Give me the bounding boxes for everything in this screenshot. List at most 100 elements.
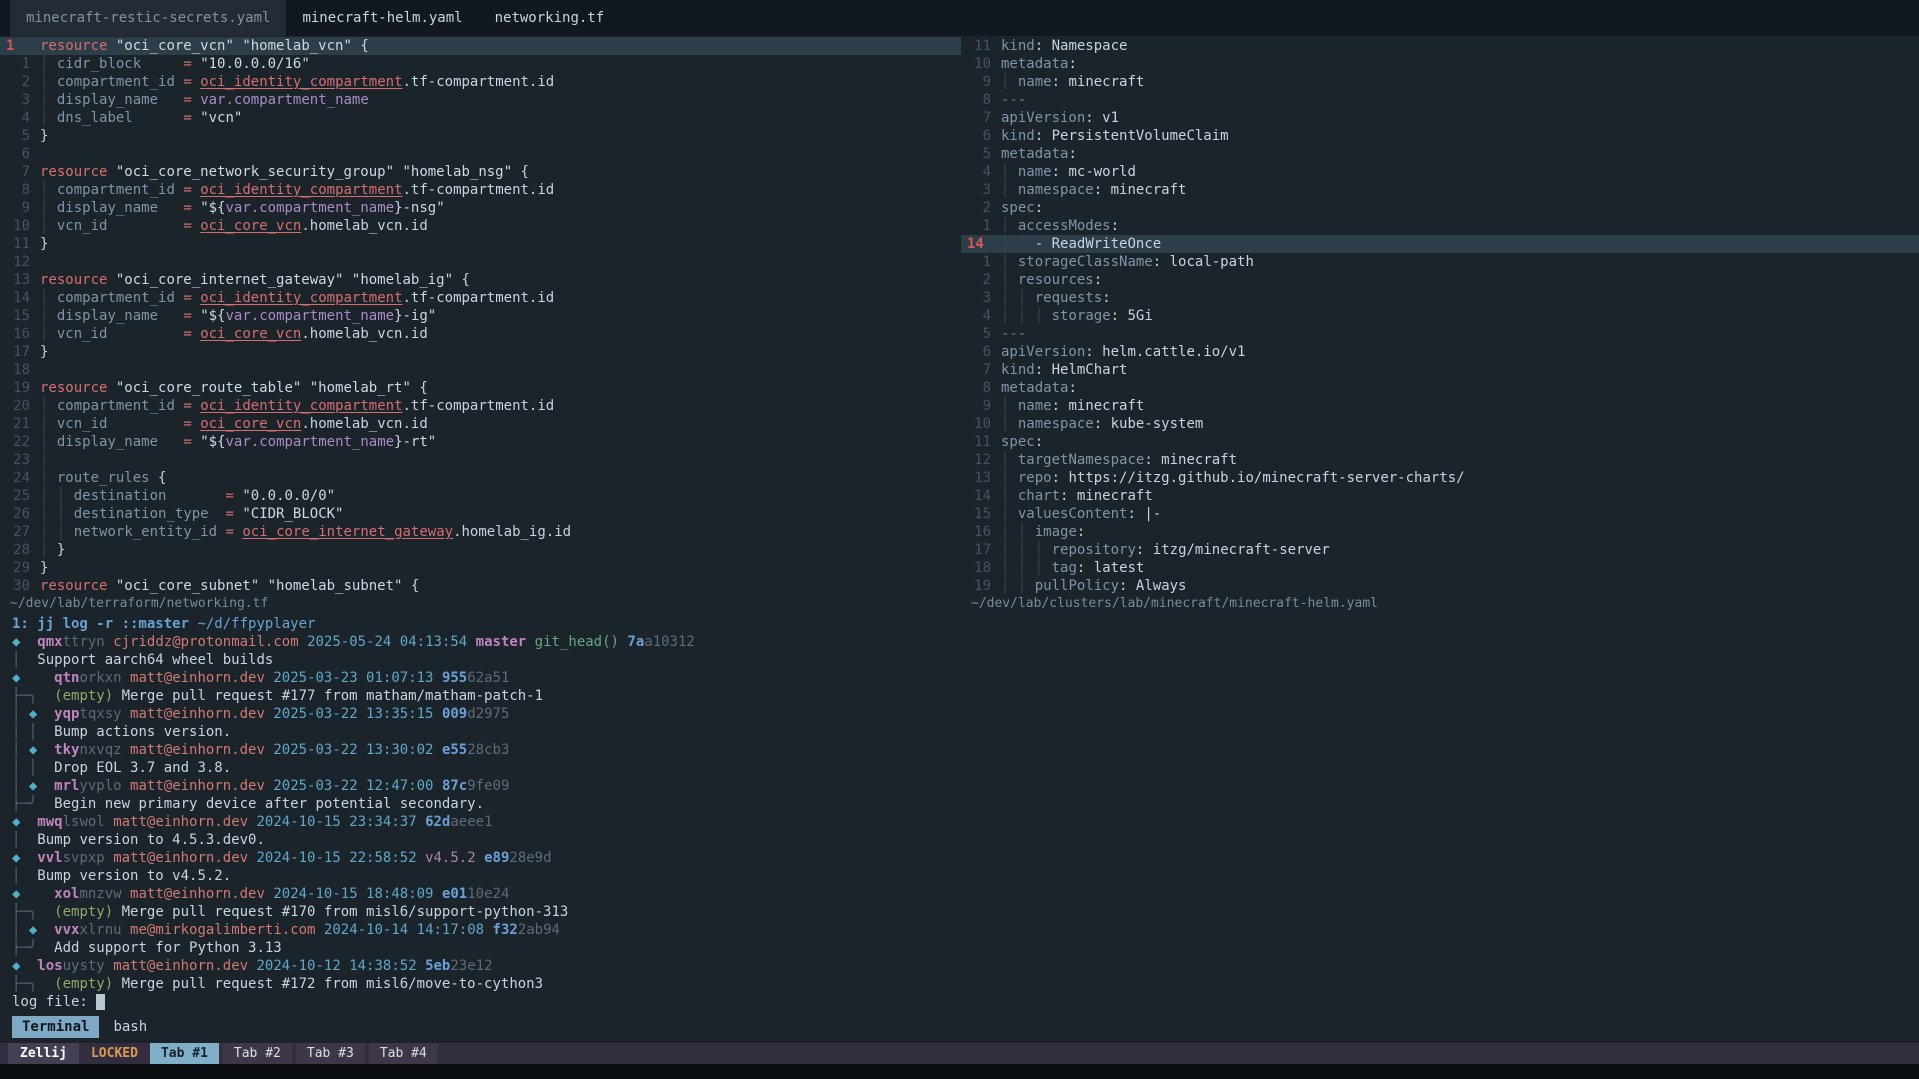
code-line[interactable]: 13│ repo: https://itzg.github.io/minecra… — [961, 469, 1919, 487]
code-line[interactable]: 13resource "oci_core_internet_gateway" "… — [0, 271, 961, 289]
code-line[interactable]: 7resource "oci_core_network_security_gro… — [0, 163, 961, 181]
code-line[interactable]: 11kind: Namespace — [961, 37, 1919, 55]
code-line[interactable]: 2│ resources: — [961, 271, 1919, 289]
code-line[interactable]: 3│ │ requests: — [961, 289, 1919, 307]
zellij-tab[interactable]: Tab #1 — [150, 1043, 219, 1064]
zellij-tab[interactable]: Tab #4 — [369, 1043, 438, 1064]
code-line[interactable]: 22│ display_name = "${var.compartment_na… — [0, 433, 961, 451]
code-line[interactable]: 17│ │ │ repository: itzg/minecraft-serve… — [961, 541, 1919, 559]
code-line[interactable]: 18 — [0, 361, 961, 379]
code-line[interactable]: 1│ storageClassName: local-path — [961, 253, 1919, 271]
buffer-tab[interactable]: minecraft-restic-secrets.yaml — [10, 0, 286, 36]
line-number: 1 — [0, 55, 40, 73]
code-line[interactable]: 19resource "oci_core_route_table" "homel… — [0, 379, 961, 397]
line-number: 7 — [961, 109, 1001, 127]
code-line[interactable]: 1│ cidr_block = "10.0.0.0/16" — [0, 55, 961, 73]
line-number: 26 — [0, 505, 40, 523]
code-line[interactable]: 23│ — [0, 451, 961, 469]
line-number: 30 — [0, 577, 40, 595]
code-line[interactable]: 8│ compartment_id = oci_identity_compart… — [0, 181, 961, 199]
editor-pane-networking-tf[interactable]: 1resource "oci_core_vcn" "homelab_vcn" {… — [0, 36, 961, 613]
code-line[interactable]: 24│ route_rules { — [0, 469, 961, 487]
code-line[interactable]: 26│ │ destination_type = "CIDR_BLOCK" — [0, 505, 961, 523]
code-line[interactable]: 19│ │ pullPolicy: Always — [961, 577, 1919, 595]
code-line[interactable]: 1│ accessModes: — [961, 217, 1919, 235]
zellij-tab[interactable]: Tab #2 — [223, 1043, 292, 1064]
buffer-tab[interactable]: networking.tf — [479, 0, 621, 36]
editor-pane-minecraft-helm-yaml[interactable]: 11kind: Namespace10metadata:9│ name: min… — [961, 36, 1919, 613]
code-line[interactable]: 10│ vcn_id = oci_core_vcn.homelab_vcn.id — [0, 217, 961, 235]
terminal-line: │ ◆ vvxxlrnu me@mirkogalimberti.com 2024… — [12, 921, 1919, 939]
code-line[interactable]: 14│ chart: minecraft — [961, 487, 1919, 505]
line-number: 8 — [961, 91, 1001, 109]
code-line[interactable]: 20│ compartment_id = oci_identity_compar… — [0, 397, 961, 415]
code-line[interactable]: 9│ name: minecraft — [961, 73, 1919, 91]
terminal-tab[interactable]: Terminal — [12, 1016, 99, 1038]
code-line[interactable]: 5--- — [961, 325, 1919, 343]
code-line[interactable]: 12│ targetNamespace: minecraft — [961, 451, 1919, 469]
zellij-screen: minecraft-restic-secrets.yamlminecraft-h… — [0, 0, 1919, 1079]
bufferline: minecraft-restic-secrets.yamlminecraft-h… — [0, 0, 1919, 36]
zellij-tab[interactable]: Tab #3 — [296, 1043, 365, 1064]
line-number: 8 — [0, 181, 40, 199]
code-line[interactable]: 6apiVersion: helm.cattle.io/v1 — [961, 343, 1919, 361]
line-number: 27 — [0, 523, 40, 541]
code-line[interactable]: 8--- — [961, 91, 1919, 109]
code-line[interactable]: 15│ display_name = "${var.compartment_na… — [0, 307, 961, 325]
code-line[interactable]: 1resource "oci_core_vcn" "homelab_vcn" { — [0, 37, 961, 55]
code-area: 11kind: Namespace10metadata:9│ name: min… — [961, 36, 1919, 595]
code-line[interactable]: 9│ display_name = "${var.compartment_nam… — [0, 199, 961, 217]
code-line[interactable]: 9│ name: minecraft — [961, 397, 1919, 415]
code-line[interactable]: 18│ │ │ tag: latest — [961, 559, 1919, 577]
code-line[interactable]: 5} — [0, 127, 961, 145]
code-line[interactable]: 14│ compartment_id = oci_identity_compar… — [0, 289, 961, 307]
line-number: 2 — [961, 271, 1001, 289]
code-line[interactable]: 7apiVersion: v1 — [961, 109, 1919, 127]
code-line[interactable]: 29} — [0, 559, 961, 577]
code-line[interactable]: 8metadata: — [961, 379, 1919, 397]
terminal-pane[interactable]: 1: jj log -r ::master ~/d/ffpyplayer◆ qm… — [0, 613, 1919, 1043]
code-line[interactable]: 28│ } — [0, 541, 961, 559]
line-number: 4 — [961, 307, 1001, 325]
code-line[interactable]: 14│ │ - ReadWriteOnce — [961, 235, 1919, 253]
code-line[interactable]: 10metadata: — [961, 55, 1919, 73]
code-line[interactable]: 11} — [0, 235, 961, 253]
code-line[interactable]: 3│ display_name = var.compartment_name — [0, 91, 961, 109]
code-line[interactable]: 5metadata: — [961, 145, 1919, 163]
line-number: 8 — [961, 379, 1001, 397]
shell-tab[interactable]: bash — [113, 1019, 147, 1035]
code-line[interactable]: 4│ name: mc-world — [961, 163, 1919, 181]
code-line[interactable]: 30resource "oci_core_subnet" "homelab_su… — [0, 577, 961, 595]
buffer-tab[interactable]: minecraft-helm.yaml — [286, 0, 478, 36]
code-line[interactable]: 4│ dns_label = "vcn" — [0, 109, 961, 127]
code-line[interactable]: 10│ namespace: kube-system — [961, 415, 1919, 433]
code-line[interactable]: 17} — [0, 343, 961, 361]
terminal-line: ◆ losuysty matt@einhorn.dev 2024-10-12 1… — [12, 957, 1919, 975]
terminal-line: │ ◆ tkynxvqz matt@einhorn.dev 2025-03-22… — [12, 741, 1919, 759]
code-line[interactable]: 12 — [0, 253, 961, 271]
code-line[interactable]: 6 — [0, 145, 961, 163]
line-number: 21 — [0, 415, 40, 433]
code-line[interactable]: 4│ │ │ storage: 5Gi — [961, 307, 1919, 325]
line-number: 9 — [0, 199, 40, 217]
code-line[interactable]: 16│ │ image: — [961, 523, 1919, 541]
code-line[interactable]: 21│ vcn_id = oci_core_vcn.homelab_vcn.id — [0, 415, 961, 433]
code-line[interactable]: 2│ compartment_id = oci_identity_compart… — [0, 73, 961, 91]
terminal-line: ◆ xolmnzvw matt@einhorn.dev 2024-10-15 1… — [12, 885, 1919, 903]
code-line[interactable]: 7kind: HelmChart — [961, 361, 1919, 379]
code-line[interactable]: 3│ namespace: minecraft — [961, 181, 1919, 199]
code-line[interactable]: 27│ │ network_entity_id = oci_core_inter… — [0, 523, 961, 541]
line-number: 16 — [961, 523, 1001, 541]
line-number: 9 — [961, 73, 1001, 91]
code-line[interactable]: 16│ vcn_id = oci_core_vcn.homelab_vcn.id — [0, 325, 961, 343]
code-line[interactable]: 25│ │ destination = "0.0.0.0/0" — [0, 487, 961, 505]
line-number: 2 — [961, 199, 1001, 217]
line-number: 17 — [0, 343, 40, 361]
code-line[interactable]: 15│ valuesContent: |- — [961, 505, 1919, 523]
code-line[interactable]: 6kind: PersistentVolumeClaim — [961, 127, 1919, 145]
code-line[interactable]: 2spec: — [961, 199, 1919, 217]
line-number: 25 — [0, 487, 40, 505]
statusline-path: ~/dev/lab/terraform/networking.tf — [0, 595, 961, 612]
line-number: 10 — [0, 217, 40, 235]
code-line[interactable]: 11spec: — [961, 433, 1919, 451]
